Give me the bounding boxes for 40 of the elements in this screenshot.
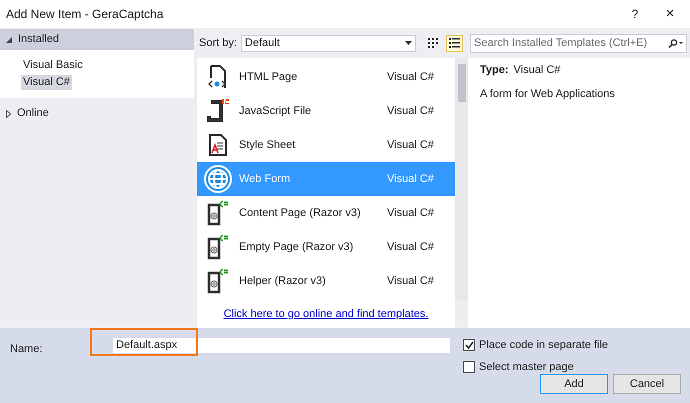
template-item[interactable]: Helper (Razor v3) Visual C# <box>197 264 455 298</box>
checkbox[interactable] <box>463 339 475 352</box>
tree-node[interactable]: Installed <box>0 29 194 50</box>
sort-dropdown[interactable]: Default <box>240 34 416 52</box>
globe-icon <box>204 165 232 193</box>
tree-node[interactable]: Online <box>0 103 194 124</box>
template-item[interactable]: Empty Page (Razor v3) Visual C# <box>197 230 455 264</box>
add-button[interactable]: Add <box>540 374 608 394</box>
checkbox-label: Select master page <box>479 360 574 374</box>
stylesheet-file-icon <box>209 134 227 156</box>
scrollbar[interactable] <box>455 58 468 300</box>
tree-item[interactable]: Visual C# <box>21 75 72 90</box>
template-item[interactable]: JavaScript File Visual C# <box>197 94 455 128</box>
template-item[interactable]: Style Sheet Visual C# <box>197 128 455 162</box>
template-item[interactable]: HTML Page Visual C# <box>197 60 455 94</box>
search-icon <box>667 38 683 48</box>
js-file-icon <box>207 98 229 124</box>
checkbox[interactable] <box>463 360 475 373</box>
list-view-button[interactable] <box>446 34 463 52</box>
name-field[interactable]: Default.aspx <box>113 338 450 353</box>
help-button[interactable]: ? <box>620 0 650 28</box>
window-title: Add New Item - GeraCaptcha <box>6 6 164 23</box>
name-label: Name: <box>10 342 42 357</box>
cancel-button[interactable]: Cancel <box>613 374 681 394</box>
dropdown-caret-icon <box>404 41 412 45</box>
template-description: A form for Web Applications <box>480 86 616 102</box>
template-item[interactable]: Content Page (Razor v3) Visual C# <box>197 196 455 230</box>
razor-page-icon <box>207 234 229 260</box>
tree-item[interactable]: Visual Basic <box>21 58 85 73</box>
expanded-arrow-icon <box>6 36 12 42</box>
type-label: Type: <box>480 63 509 78</box>
type-value: Visual C# <box>514 63 560 78</box>
html-file-icon <box>208 65 228 89</box>
close-button[interactable]: × <box>650 0 690 28</box>
search-field[interactable]: Search Installed Templates (Ctrl+E) <box>470 34 687 52</box>
checkbox-label: Place code in separate file <box>479 338 608 353</box>
collapsed-arrow-icon <box>6 110 11 118</box>
razor-page-icon <box>207 268 229 294</box>
razor-page-icon <box>207 200 229 226</box>
sort-label: Sort by: <box>199 36 237 51</box>
